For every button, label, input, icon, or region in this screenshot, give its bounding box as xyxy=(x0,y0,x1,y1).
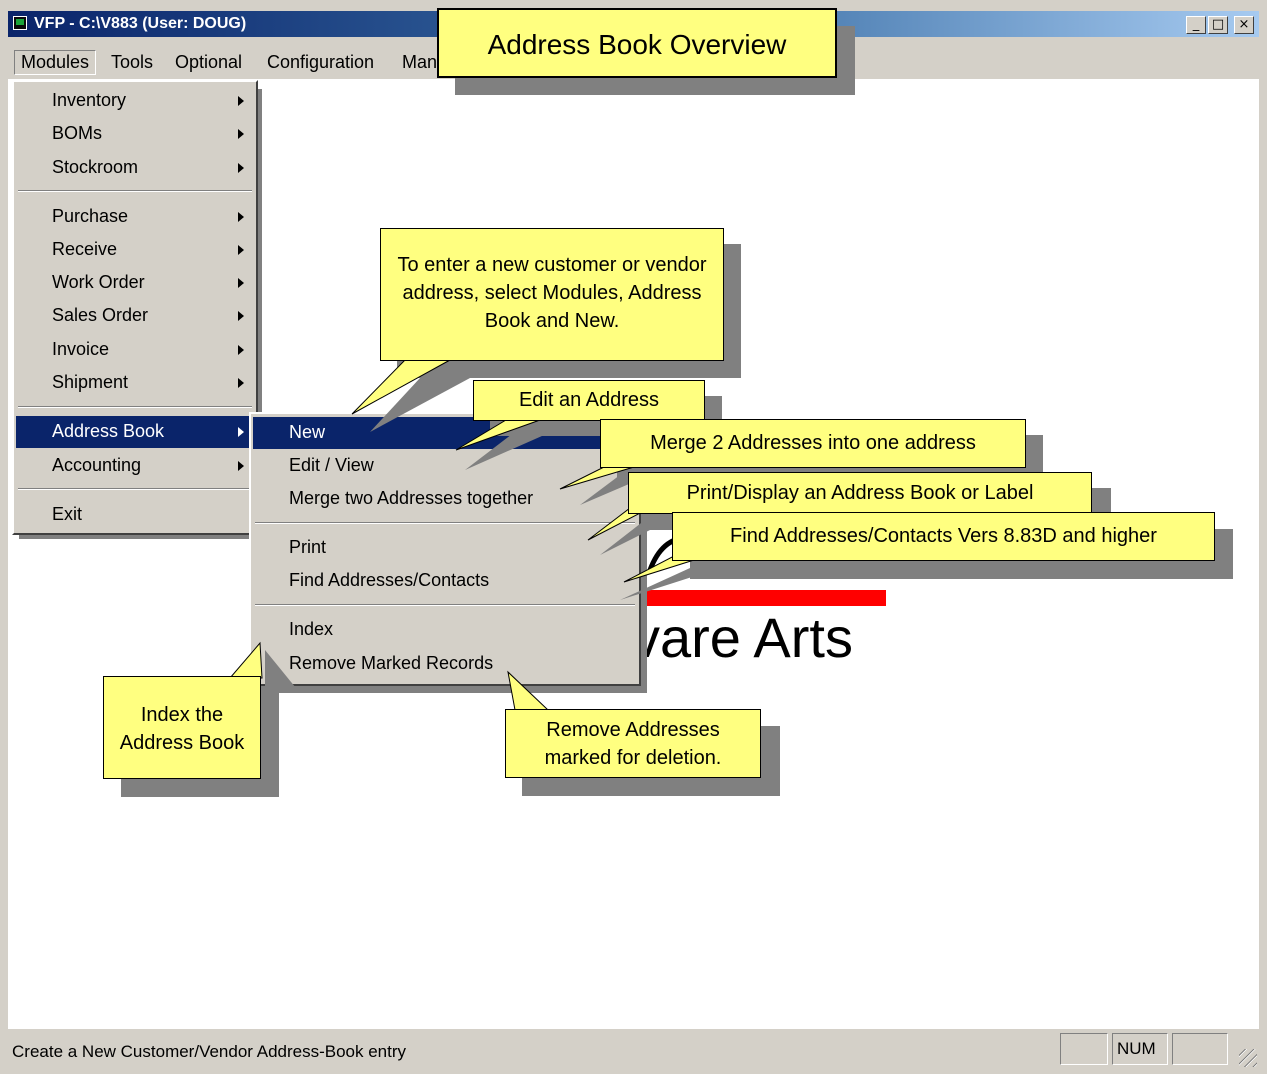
callout-merge: Merge 2 Addresses into one address xyxy=(600,419,1026,468)
callout-remove: Remove Addresses marked for deletion. xyxy=(505,709,761,778)
callout-new: To enter a new customer or vendor addres… xyxy=(380,228,724,361)
callout-edit: Edit an Address xyxy=(473,380,705,421)
callout-find: Find Addresses/Contacts Vers 8.83D and h… xyxy=(672,512,1215,561)
callout-overview: Address Book Overview xyxy=(437,8,837,78)
callout-index: Index the Address Book xyxy=(103,676,261,779)
callout-print: Print/Display an Address Book or Label xyxy=(628,472,1092,514)
